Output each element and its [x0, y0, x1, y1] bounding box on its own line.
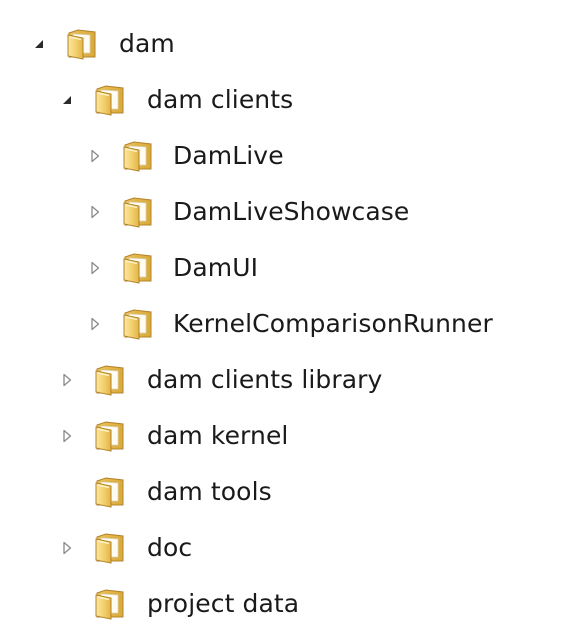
tree-item-dam-clients-library[interactable]: dam clients library: [0, 352, 584, 408]
folder-icon: [64, 26, 100, 62]
folder-icon: [120, 138, 156, 174]
folder-icon: [92, 82, 128, 118]
folder-icon: [92, 418, 128, 454]
tree-item-label: dam: [119, 28, 175, 58]
folder-icon: [120, 194, 156, 230]
tree-item-project-data[interactable]: project data: [0, 576, 584, 632]
folder-icon: [92, 362, 128, 398]
tree-item-label: dam tools: [147, 476, 272, 506]
expanded-triangle-icon[interactable]: [30, 35, 48, 53]
tree-item-dam[interactable]: dam: [0, 16, 584, 72]
folder-icon: [120, 250, 156, 286]
tree-item-label: project data: [147, 588, 300, 618]
collapsed-triangle-icon[interactable]: [86, 147, 104, 165]
tree-item-label: DamLive: [173, 140, 284, 170]
expanded-triangle-icon[interactable]: [58, 91, 76, 109]
tree-item-label: dam clients: [147, 84, 294, 114]
tree-item-label: doc: [147, 532, 193, 562]
collapsed-triangle-icon[interactable]: [86, 259, 104, 277]
tree-item-dam-clients[interactable]: dam clients: [0, 72, 584, 128]
tree-item-kernelcomparisonrunner[interactable]: KernelComparisonRunner: [0, 296, 584, 352]
tree-item-dam-kernel[interactable]: dam kernel: [0, 408, 584, 464]
tree-item-dam-tools[interactable]: dam tools: [0, 464, 584, 520]
tree-item-doc[interactable]: doc: [0, 520, 584, 576]
collapsed-triangle-icon[interactable]: [86, 315, 104, 333]
tree-item-label: KernelComparisonRunner: [173, 308, 493, 338]
collapsed-triangle-icon[interactable]: [86, 203, 104, 221]
tree-item-damui[interactable]: DamUI: [0, 240, 584, 296]
folder-tree: dam dam clients DamLive DamLiveShowcase …: [0, 16, 584, 632]
tree-item-damlive[interactable]: DamLive: [0, 128, 584, 184]
folder-icon: [120, 306, 156, 342]
folder-icon: [92, 474, 128, 510]
tree-item-label: DamLiveShowcase: [173, 196, 410, 226]
collapsed-triangle-icon[interactable]: [58, 427, 76, 445]
tree-item-label: dam clients library: [147, 364, 383, 394]
collapsed-triangle-icon[interactable]: [58, 371, 76, 389]
collapsed-triangle-icon[interactable]: [58, 539, 76, 557]
tree-item-label: DamUI: [173, 252, 259, 282]
folder-icon: [92, 586, 128, 622]
tree-item-damliveshowcase[interactable]: DamLiveShowcase: [0, 184, 584, 240]
folder-icon: [92, 530, 128, 566]
tree-item-label: dam kernel: [147, 420, 289, 450]
